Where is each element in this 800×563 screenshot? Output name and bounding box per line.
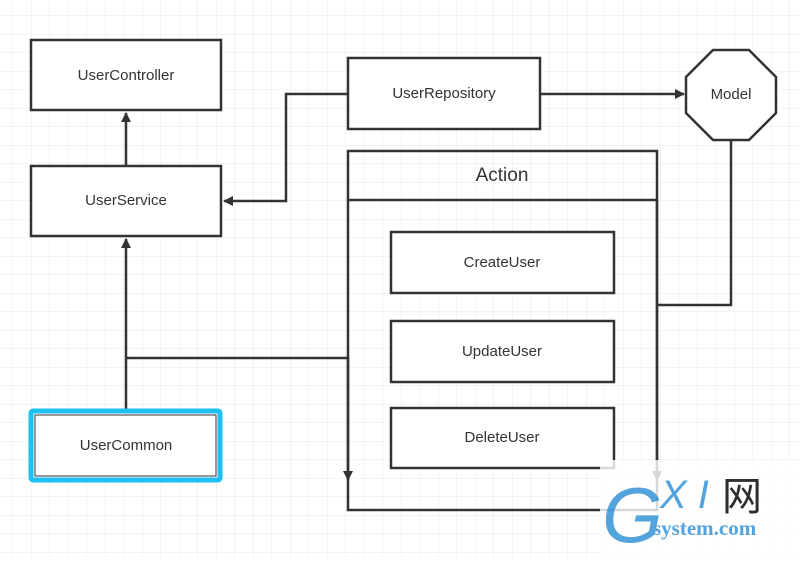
svg-text:网: 网 <box>722 475 762 519</box>
label-action: Action <box>476 165 529 186</box>
svg-text:system.com: system.com <box>653 516 757 540</box>
diagram-canvas: UserController UserService UserRepositor… <box>0 0 800 559</box>
label-update-user: UpdateUser <box>462 343 542 360</box>
label-user-service: UserService <box>85 192 167 209</box>
svg-text:X I: X I <box>659 473 709 517</box>
label-user-common: UserCommon <box>80 437 173 454</box>
label-user-controller: UserController <box>78 67 175 84</box>
label-create-user: CreateUser <box>464 254 541 271</box>
label-model: Model <box>711 86 752 103</box>
watermark-logo: G X I 网 system.com <box>600 460 800 559</box>
svg-text:G: G <box>602 471 663 558</box>
label-delete-user: DeleteUser <box>464 429 539 446</box>
label-user-repository: UserRepository <box>392 85 496 102</box>
